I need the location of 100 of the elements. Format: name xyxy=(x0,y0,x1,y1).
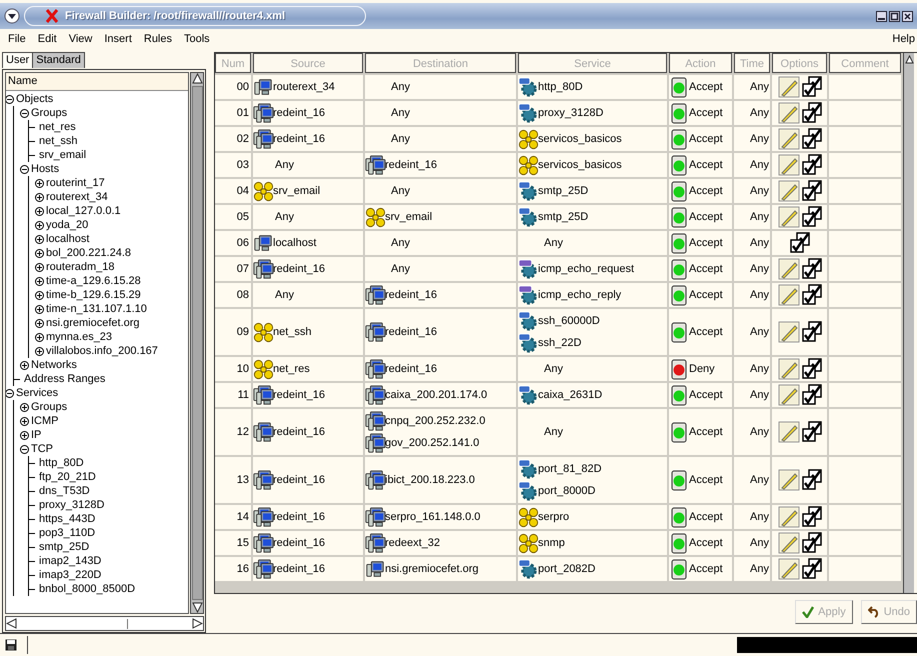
expand-icon[interactable] xyxy=(20,416,29,426)
table-cell: Any xyxy=(734,153,770,177)
object-name: servicos_basicos xyxy=(538,133,622,145)
tree-item[interactable]: Hosts xyxy=(31,163,60,175)
expand-icon[interactable] xyxy=(35,346,44,356)
table-cell: Any xyxy=(734,383,770,407)
tree-item[interactable]: srv_email xyxy=(39,149,86,161)
tree-item[interactable]: Networks xyxy=(31,359,77,371)
tree-item[interactable]: bol_200.221.24.8 xyxy=(46,247,132,259)
tree-item[interactable]: ftp_20_21D xyxy=(39,471,96,483)
tree-item[interactable]: Address Ranges xyxy=(24,373,106,385)
tree-item[interactable]: proxy_3128D xyxy=(39,499,104,511)
action-label: Accept xyxy=(689,537,723,549)
expand-icon[interactable] xyxy=(35,220,44,230)
scrollbar[interactable] xyxy=(190,72,204,614)
tree-item[interactable]: localhost xyxy=(46,233,90,245)
tree-item[interactable]: yoda_20 xyxy=(46,219,88,231)
tree-item[interactable]: Objects xyxy=(16,93,54,105)
menu-item[interactable]: Insert xyxy=(98,33,138,45)
expand-icon[interactable] xyxy=(35,234,44,244)
tree-item[interactable]: https_443D xyxy=(39,513,96,525)
tree-item[interactable]: http_80D xyxy=(39,457,84,469)
tree-item[interactable]: Groups xyxy=(31,401,68,413)
object-name: caixa_2631D xyxy=(538,389,602,401)
object-name: icmp_echo_reply xyxy=(538,289,622,301)
expand-icon[interactable] xyxy=(35,332,44,342)
tree-item[interactable]: net_ssh xyxy=(39,135,78,147)
expand-icon[interactable] xyxy=(35,318,44,328)
rule-number: 12 xyxy=(215,409,251,455)
expand-icon[interactable] xyxy=(20,402,29,412)
rule-number: 04 xyxy=(215,179,251,203)
table-cell xyxy=(829,231,901,255)
expand-icon[interactable] xyxy=(35,178,44,188)
tree-item[interactable]: mynna.es_23 xyxy=(46,331,112,343)
tree-item[interactable]: routeradm_18 xyxy=(46,261,114,273)
tab[interactable]: User xyxy=(3,52,34,68)
tree-item[interactable]: villalobos.info_200.167 xyxy=(46,345,158,357)
checkboxes-icon xyxy=(800,469,822,491)
any-label: Any xyxy=(390,81,410,93)
collapse-icon[interactable] xyxy=(20,164,29,174)
table-cell: Any xyxy=(734,205,770,229)
gear-icon xyxy=(518,284,539,306)
maximize-icon xyxy=(889,10,900,22)
rule-number: 15 xyxy=(215,531,251,555)
tree-item[interactable]: imap2_143D xyxy=(39,555,102,567)
computers-icon xyxy=(365,506,386,528)
tab[interactable]: Standard xyxy=(33,52,85,68)
expand-icon[interactable] xyxy=(35,206,44,216)
tree-item[interactable]: TCP xyxy=(31,443,53,455)
scrollbar[interactable] xyxy=(5,616,204,631)
collapse-icon[interactable] xyxy=(6,388,14,398)
rule-number: 03 xyxy=(215,153,251,177)
tree-item[interactable]: imap3_220D xyxy=(39,569,102,581)
tree-item[interactable]: pop3_110D xyxy=(39,527,96,539)
expand-icon[interactable] xyxy=(20,430,29,440)
tree-item[interactable]: smtp_25D xyxy=(39,541,90,553)
expand-icon[interactable] xyxy=(20,360,29,370)
tree-item[interactable]: ICMP xyxy=(31,415,58,427)
tree-item[interactable]: time-a_129.6.15.28 xyxy=(46,275,141,287)
tree-item[interactable]: dns_T53D xyxy=(39,485,90,497)
down-arrow-icon xyxy=(192,602,202,613)
gear-icon xyxy=(518,332,539,354)
expand-icon[interactable] xyxy=(35,290,44,300)
computers-icon xyxy=(365,532,386,554)
tree-item[interactable]: time-b_129.6.15.29 xyxy=(46,289,141,301)
tree-item[interactable]: local_127.0.0.1 xyxy=(46,205,121,217)
tree-item[interactable]: Services xyxy=(16,387,58,399)
tree-item[interactable]: bnbol_8000_8500D xyxy=(39,583,136,595)
tree-item[interactable]: Groups xyxy=(31,107,68,119)
collapse-icon[interactable] xyxy=(20,444,29,454)
object-name: redeint_16 xyxy=(273,107,325,119)
expand-icon[interactable] xyxy=(35,192,44,202)
rule-number: 09 xyxy=(215,309,251,355)
object-name: icmp_echo_request xyxy=(538,263,634,275)
menu-item[interactable]: Tools xyxy=(178,33,216,45)
menu-item[interactable]: Edit xyxy=(32,33,63,45)
menu-item[interactable]: Rules xyxy=(138,33,178,45)
menu-item[interactable]: File xyxy=(2,33,32,45)
tree-item[interactable]: net_res xyxy=(39,121,76,133)
collapse-icon[interactable] xyxy=(6,94,14,104)
expand-icon[interactable] xyxy=(35,248,44,258)
left-arrow-icon xyxy=(6,618,17,629)
computer-icon xyxy=(365,558,386,580)
any-label: Any xyxy=(274,159,294,171)
checkboxes-icon xyxy=(800,258,822,280)
undo-arrow-icon xyxy=(868,606,880,618)
menu-item[interactable]: Help xyxy=(886,33,915,45)
object-name: ssh_60000D xyxy=(538,315,600,327)
tree-item[interactable]: time-n_131.107.1.10 xyxy=(46,303,147,315)
scrollbar[interactable] xyxy=(903,53,914,593)
expand-icon[interactable] xyxy=(35,262,44,272)
expand-icon[interactable] xyxy=(35,304,44,314)
table-cell xyxy=(829,179,901,203)
tree-item[interactable]: IP xyxy=(31,429,42,441)
tree-item[interactable]: nsi.gremiocefet.org xyxy=(46,317,140,329)
collapse-icon[interactable] xyxy=(20,108,29,118)
menu-item[interactable]: View xyxy=(62,33,98,45)
tree-item[interactable]: routerext_34 xyxy=(46,191,108,203)
expand-icon[interactable] xyxy=(35,276,44,286)
tree-item[interactable]: routerint_17 xyxy=(46,177,105,189)
